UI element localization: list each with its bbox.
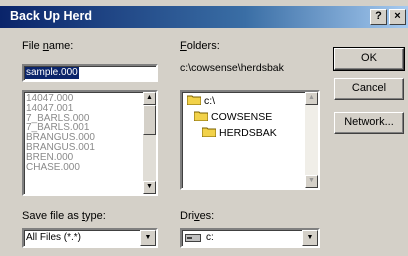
open-folder-icon: [187, 95, 201, 105]
folder-tree[interactable]: c:\ COWSENSE HERDSBAK ▲ ▼: [180, 90, 320, 190]
cancel-button[interactable]: Cancel: [334, 78, 404, 100]
file-name-label-text-1: File: [22, 40, 43, 52]
current-folder-path: c:\cowsense\herdsbak: [180, 62, 284, 74]
save-type-dropdown-icon[interactable]: ▼: [140, 230, 156, 246]
back-up-herd-dialog: Back Up Herd ? × File name: sample.000 1…: [0, 0, 408, 256]
file-name-label-text-2: ame:: [48, 40, 74, 52]
open-folder-icon: [194, 111, 208, 121]
folder-name: HERDSBAK: [219, 127, 277, 139]
file-name-input[interactable]: sample.000: [22, 64, 158, 82]
folder-name: c:\: [204, 95, 216, 107]
drive-icon: [185, 234, 201, 242]
window-title: Back Up Herd: [10, 9, 92, 23]
help-button[interactable]: ?: [370, 9, 387, 25]
folder-scrollbar[interactable]: ▲ ▼: [305, 92, 318, 188]
file-name-value: sample.000: [25, 67, 79, 79]
folder-item[interactable]: HERDSBAK: [202, 127, 277, 140]
file-list-item[interactable]: CHASE.000: [24, 162, 156, 173]
file-name-label: File name:: [22, 40, 73, 52]
open-folder-icon: [202, 127, 216, 137]
close-button[interactable]: ×: [389, 9, 406, 25]
title-bar[interactable]: Back Up Herd ? ×: [0, 6, 408, 28]
drives-select[interactable]: c: ▼: [180, 228, 320, 248]
folder-item[interactable]: c:\: [187, 95, 215, 108]
drives-label-text-1: Dri: [180, 210, 195, 222]
scroll-up-icon[interactable]: ▲: [305, 92, 318, 105]
folder-item[interactable]: COWSENSE: [194, 111, 272, 124]
scroll-down-icon[interactable]: ▼: [143, 181, 156, 194]
ok-button[interactable]: OK: [333, 47, 405, 71]
scroll-thumb[interactable]: [143, 105, 156, 135]
save-type-value: All Files (*.*): [26, 232, 82, 243]
save-type-label: Save file as type:: [22, 210, 106, 222]
folders-label: Folders:: [180, 40, 220, 52]
save-type-label-text-1: Save file as: [22, 210, 82, 222]
file-list-scrollbar[interactable]: ▲ ▼: [143, 92, 156, 194]
scroll-up-icon[interactable]: ▲: [143, 92, 156, 105]
drives-dropdown-icon[interactable]: ▼: [302, 230, 318, 246]
drives-value: c:: [206, 232, 214, 243]
drives-label-text-2: es:: [199, 210, 215, 222]
network-button[interactable]: Network...: [334, 112, 404, 134]
folder-name: COWSENSE: [211, 111, 273, 123]
save-type-label-text-2: ype:: [84, 210, 106, 222]
file-list[interactable]: 14047.000 14047.001 7_BARLS.000 7_BARLS.001…: [22, 90, 158, 196]
scroll-down-icon[interactable]: ▼: [305, 175, 318, 188]
drives-label: Drives:: [180, 210, 214, 222]
folders-label-text-2: olders:: [186, 40, 220, 52]
save-type-select[interactable]: All Files (*.*) ▼: [22, 228, 158, 248]
folders-label-hotkey: F: [180, 40, 187, 52]
